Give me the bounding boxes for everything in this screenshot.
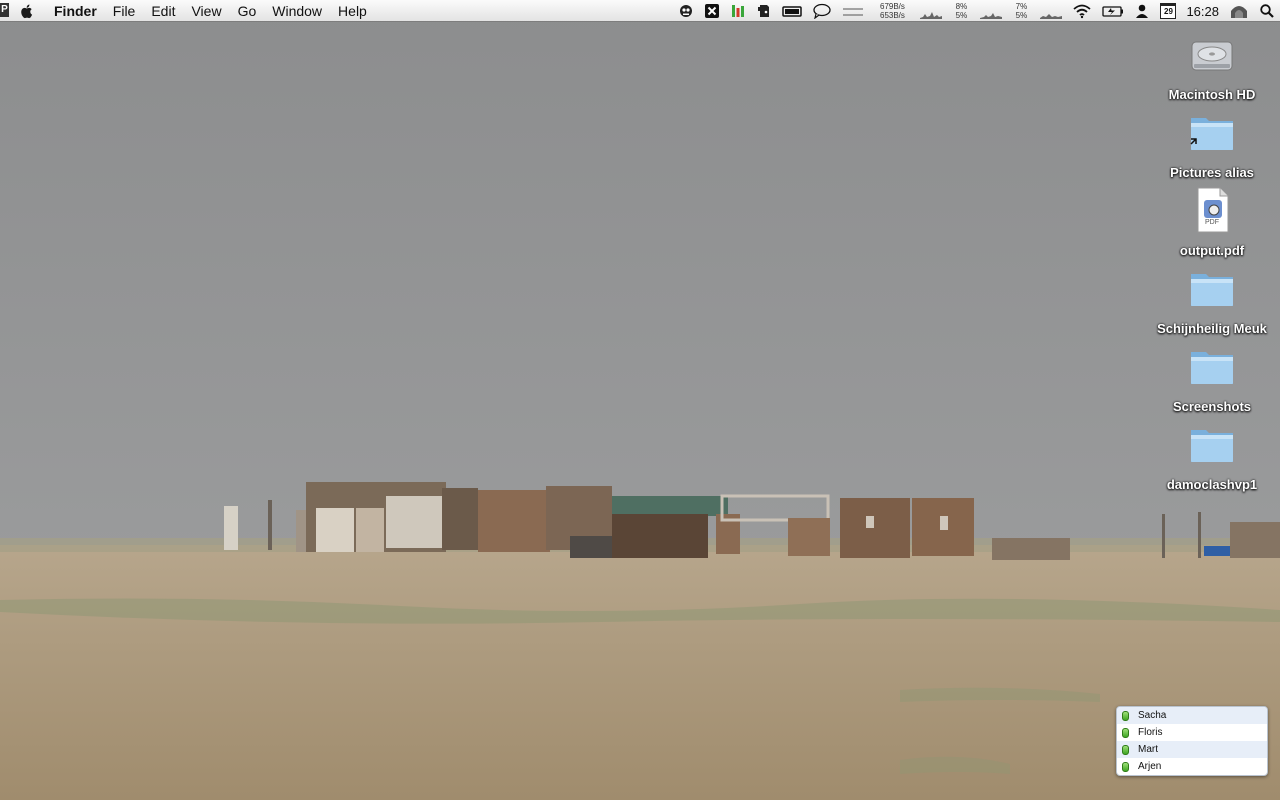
bar-meter-icon[interactable] — [730, 0, 746, 22]
cpu2-stats[interactable]: 7% 5% — [1012, 0, 1030, 22]
desktop-icon-output-pdf[interactable]: PDF output.pdf — [1152, 186, 1272, 258]
calendar-day: 29 — [1160, 3, 1177, 19]
icon-label: Screenshots — [1172, 399, 1252, 414]
desert-landscape-image — [0, 0, 1280, 800]
folder-icon — [1191, 352, 1233, 384]
net-up-text: 679B/s — [880, 2, 905, 11]
online-status-icon — [1122, 761, 1129, 772]
menubar-clock[interactable]: 16:28 — [1186, 0, 1219, 22]
menu-bar: P Finder File Edit View Go Window Help 6… — [0, 0, 1280, 22]
spotlight-search-icon[interactable] — [1259, 0, 1275, 22]
menu-list: Finder File Edit View Go Window Help — [46, 0, 375, 22]
cpu2-bottom: 5% — [1015, 11, 1028, 20]
buddy-row[interactable]: Arjen — [1117, 758, 1267, 775]
menu-view[interactable]: View — [183, 0, 229, 22]
time-machine-icon[interactable] — [1229, 0, 1249, 22]
net-down-text: 653B/s — [880, 11, 905, 20]
dashes-icon[interactable] — [842, 0, 864, 22]
desktop-icon-schijnheilig-meuk[interactable]: Schijnheilig Meuk — [1152, 264, 1272, 336]
x-box-icon[interactable] — [704, 0, 720, 22]
buddy-row[interactable]: Mart — [1117, 741, 1267, 758]
battery-bar-icon[interactable] — [782, 0, 803, 22]
buddy-list-widget: Sacha Floris Mart Arjen — [1116, 706, 1268, 776]
desktop-icon-screenshots[interactable]: Screenshots — [1152, 342, 1272, 414]
icon-label: Schijnheilig Meuk — [1157, 321, 1267, 336]
folder-alias-icon — [1190, 118, 1233, 150]
evernote-icon[interactable] — [756, 0, 772, 22]
chat-bubble-icon[interactable] — [812, 0, 832, 22]
buddy-row[interactable]: Floris — [1117, 724, 1267, 741]
status-menu-extras: 679B/s 653B/s 8% 5% 7% 5% 29 16:28 — [673, 0, 1280, 22]
icon-label: Pictures alias — [1170, 165, 1254, 180]
buddy-row[interactable]: Sacha — [1117, 707, 1267, 724]
menu-edit[interactable]: Edit — [143, 0, 183, 22]
cpu2-top: 7% — [1015, 2, 1028, 11]
online-status-icon — [1122, 710, 1129, 721]
online-status-icon — [1122, 727, 1129, 738]
pdf-tag: PDF — [1205, 219, 1219, 226]
desktop-icon-pictures-alias[interactable]: Pictures alias — [1152, 108, 1272, 180]
robot-icon[interactable] — [678, 0, 694, 22]
apple-logo-icon[interactable] — [18, 2, 36, 20]
folder-icon — [1191, 430, 1233, 462]
icon-label: Macintosh HD — [1168, 87, 1256, 102]
cpu2-graph-icon — [1040, 0, 1063, 22]
buddy-name: Arjen — [1138, 761, 1162, 772]
desktop-icon-macintosh-hd[interactable]: Macintosh HD — [1152, 30, 1272, 102]
online-status-icon — [1122, 744, 1129, 755]
buddy-name: Mart — [1138, 744, 1158, 755]
menu-go[interactable]: Go — [230, 0, 265, 22]
buddy-name: Sacha — [1138, 710, 1167, 721]
icon-label: output.pdf — [1179, 243, 1245, 258]
user-icon[interactable] — [1134, 0, 1150, 22]
cpu1-stats[interactable]: 8% 5% — [952, 0, 970, 22]
cpu1-bottom: 5% — [955, 11, 968, 20]
network-graph-icon — [920, 0, 943, 22]
menu-help[interactable]: Help — [330, 0, 375, 22]
folder-icon — [1191, 274, 1233, 306]
menu-window[interactable]: Window — [264, 0, 330, 22]
desktop-wallpaper — [0, 0, 1280, 800]
calendar-icon[interactable]: 29 — [1160, 0, 1177, 22]
wifi-icon[interactable] — [1072, 0, 1092, 22]
desktop-icon-damoclashvp1[interactable]: damoclashvp1 — [1152, 420, 1272, 492]
p-badge[interactable]: P — [0, 3, 9, 17]
cpu1-top: 8% — [955, 2, 968, 11]
icon-label: damoclashvp1 — [1166, 477, 1258, 492]
hard-drive-icon — [1191, 41, 1233, 71]
network-stats[interactable]: 679B/s 653B/s — [874, 0, 910, 22]
pdf-file-icon — [1197, 187, 1229, 233]
battery-icon[interactable] — [1102, 0, 1124, 22]
menu-finder[interactable]: Finder — [46, 0, 105, 22]
cpu1-graph-icon — [980, 0, 1003, 22]
buddy-name: Floris — [1138, 727, 1163, 738]
menu-file[interactable]: File — [105, 0, 144, 22]
